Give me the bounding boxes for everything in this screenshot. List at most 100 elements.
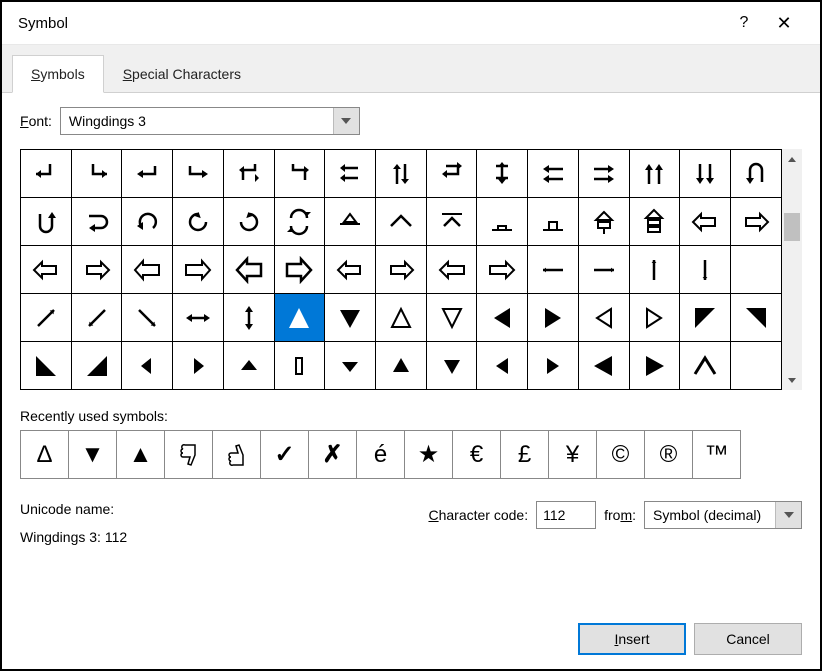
symbol-cell-blank-a[interactable] [731, 246, 782, 294]
symbol-cell-return-left[interactable] [122, 150, 173, 198]
symbol-cell-blank-b[interactable] [731, 342, 782, 390]
symbol-cell-tri-outline-down[interactable] [426, 294, 477, 342]
symbol-cell-thin-up[interactable] [629, 246, 680, 294]
symbol-cell-arrow-right-o[interactable] [376, 246, 427, 294]
symbol-cell-small-left[interactable] [122, 342, 173, 390]
symbol-cell-branch-right[interactable] [274, 150, 325, 198]
symbol-cell-caret-up[interactable] [376, 198, 427, 246]
symbol-cell-wide-left[interactable] [122, 246, 173, 294]
symbol-cell-down-right[interactable] [71, 150, 122, 198]
recent-symbol[interactable]: Δ [21, 431, 69, 479]
symbol-cell-a-up[interactable] [680, 342, 731, 390]
recent-symbol[interactable]: ® [645, 431, 693, 479]
symbol-cell-u-turn-up[interactable] [21, 198, 72, 246]
symbol-cell-swap-left[interactable] [325, 150, 376, 198]
recent-symbol[interactable]: © [597, 431, 645, 479]
symbol-cell-small-right[interactable] [173, 342, 224, 390]
from-dropdown-icon[interactable] [775, 502, 801, 528]
symbol-cell-small-up[interactable] [223, 342, 274, 390]
recent-symbol[interactable]: £ [501, 431, 549, 479]
symbol-cell-thin-down[interactable] [680, 246, 731, 294]
symbol-cell-up-down[interactable] [376, 150, 427, 198]
symbol-cell-double-left[interactable] [528, 150, 579, 198]
symbol-cell-fill-up[interactable] [376, 342, 427, 390]
symbol-cell-double-right[interactable] [578, 150, 629, 198]
scroll-track[interactable] [782, 169, 802, 370]
symbol-cell-diag-sw[interactable] [71, 294, 122, 342]
symbol-cell-up-slant[interactable] [325, 198, 376, 246]
symbol-cell-redo[interactable] [71, 198, 122, 246]
scroll-down-icon[interactable] [782, 370, 802, 390]
symbol-cell-return-right[interactable] [173, 150, 224, 198]
from-select[interactable]: Symbol (decimal) [644, 501, 802, 529]
symbol-cell-box-low[interactable] [477, 198, 528, 246]
symbol-cell-branch-left[interactable] [223, 150, 274, 198]
symbol-cell-vrect[interactable] [274, 342, 325, 390]
symbol-cell-eject-up[interactable] [578, 198, 629, 246]
symbol-cell-thin-right[interactable] [578, 246, 629, 294]
symbol-cell-tri-left[interactable] [477, 294, 528, 342]
symbol-cell-big-tri-right[interactable] [629, 342, 680, 390]
symbol-cell-wide-right[interactable] [173, 246, 224, 294]
tab-special-characters[interactable]: Special Characters [104, 55, 260, 93]
symbol-cell-tri-outline-right[interactable] [629, 294, 680, 342]
symbol-cell-eject-mid[interactable] [629, 198, 680, 246]
symbol-cell-big-left[interactable] [223, 246, 274, 294]
recent-symbol[interactable] [213, 431, 261, 479]
recent-symbol[interactable]: é [357, 431, 405, 479]
symbol-cell-ud[interactable] [223, 294, 274, 342]
recent-symbol[interactable]: ¥ [549, 431, 597, 479]
symbol-cell-hollow-left[interactable] [680, 198, 731, 246]
symbol-cell-corner-tr[interactable] [731, 294, 782, 342]
symbol-cell-tri-right[interactable] [528, 294, 579, 342]
symbol-cell-outline-left[interactable] [21, 246, 72, 294]
cancel-button[interactable]: Cancel [694, 623, 802, 655]
symbol-cell-outline-right[interactable] [71, 246, 122, 294]
recent-symbol[interactable]: ✗ [309, 431, 357, 479]
insert-button[interactable]: Insert [578, 623, 686, 655]
symbol-cell-hollow-right[interactable] [731, 198, 782, 246]
recent-symbol[interactable]: ✓ [261, 431, 309, 479]
symbol-cell-undo[interactable] [122, 198, 173, 246]
symbol-cell-cycle-1[interactable] [426, 150, 477, 198]
symbol-cell-tri-up-sel[interactable] [274, 294, 325, 342]
symbol-cell-counter-clockwise[interactable] [223, 198, 274, 246]
symbol-cell-double-up[interactable] [629, 150, 680, 198]
symbol-cell-refresh[interactable] [274, 198, 325, 246]
scroll-thumb[interactable] [784, 213, 800, 241]
recent-symbol[interactable]: ▼ [69, 431, 117, 479]
font-select[interactable]: Wingdings 3 [60, 107, 360, 135]
symbol-cell-tri-outline-left[interactable] [578, 294, 629, 342]
symbol-cell-cycle-2[interactable] [477, 150, 528, 198]
help-icon[interactable]: ? [724, 14, 764, 32]
recent-symbol[interactable]: ★ [405, 431, 453, 479]
symbol-cell-box-high[interactable] [528, 198, 579, 246]
close-icon[interactable]: ✕ [764, 13, 804, 34]
symbol-cell-double-down[interactable] [680, 150, 731, 198]
symbol-cell-clockwise[interactable] [173, 198, 224, 246]
font-dropdown-icon[interactable] [333, 108, 359, 134]
symbol-cell-fill-right[interactable] [528, 342, 579, 390]
scrollbar[interactable] [782, 149, 802, 390]
symbol-cell-lr[interactable] [173, 294, 224, 342]
symbol-cell-fill-down[interactable] [426, 342, 477, 390]
symbol-cell-big-right[interactable] [274, 246, 325, 294]
recent-symbol[interactable]: € [453, 431, 501, 479]
symbol-cell-down-left[interactable] [21, 150, 72, 198]
symbol-cell-arrow-left-w[interactable] [426, 246, 477, 294]
symbol-cell-caret-top[interactable] [426, 198, 477, 246]
symbol-cell-arrow-right-w[interactable] [477, 246, 528, 294]
recent-symbol[interactable] [165, 431, 213, 479]
symbol-cell-corner-bl[interactable] [21, 342, 72, 390]
symbol-cell-tri-down[interactable] [325, 294, 376, 342]
recent-symbol[interactable]: ▲ [117, 431, 165, 479]
symbol-cell-thin-left[interactable] [528, 246, 579, 294]
tab-symbols[interactable]: Symbols [12, 55, 104, 93]
symbol-cell-arrow-left-o[interactable] [325, 246, 376, 294]
recent-symbol[interactable]: ™ [693, 431, 741, 479]
symbol-cell-u-turn-down[interactable] [731, 150, 782, 198]
symbol-cell-small-down[interactable] [325, 342, 376, 390]
symbol-cell-corner-tl[interactable] [680, 294, 731, 342]
scroll-up-icon[interactable] [782, 149, 802, 169]
symbol-cell-diag-se[interactable] [122, 294, 173, 342]
